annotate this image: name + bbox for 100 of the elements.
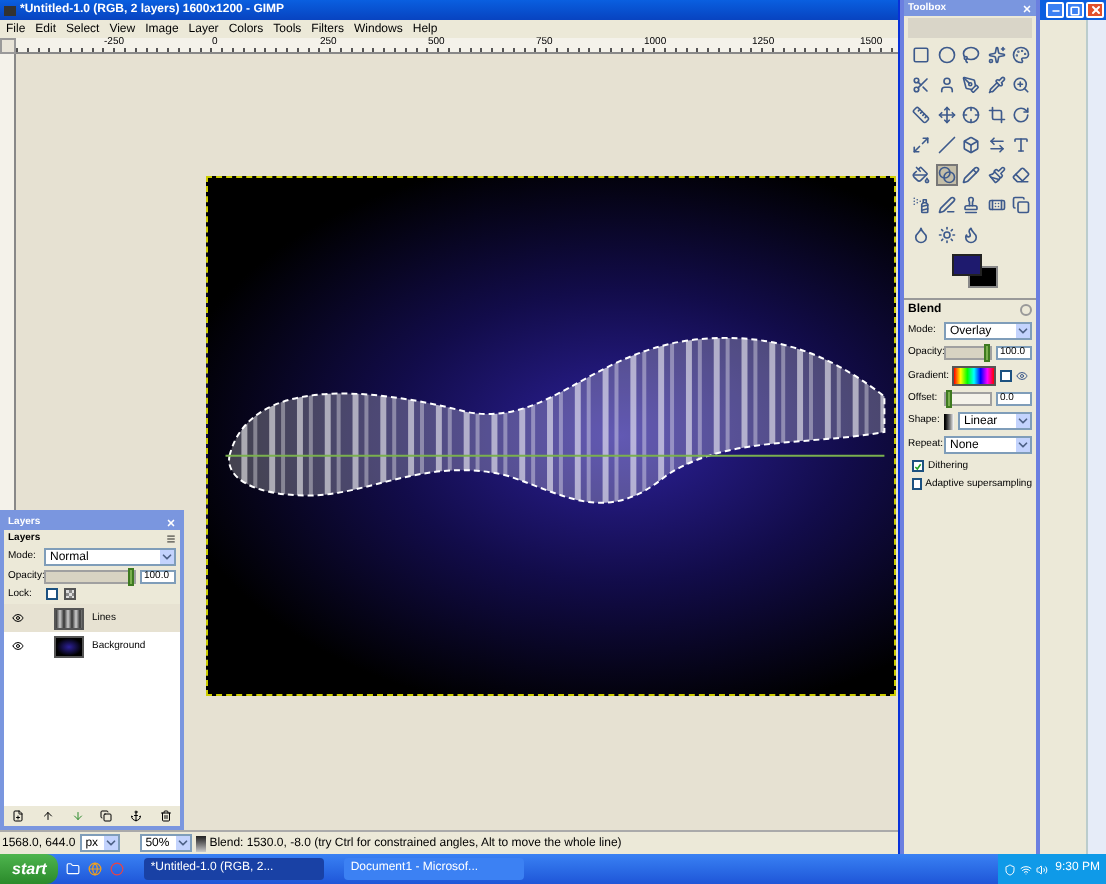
opacity-slider[interactable]: [944, 346, 992, 360]
scissors-icon: [912, 76, 930, 94]
tool-button[interactable]: [935, 44, 958, 66]
checkbox[interactable]: [912, 460, 924, 472]
scrollbar[interactable]: [1086, 20, 1106, 854]
anchor-icon[interactable]: [129, 810, 142, 822]
tool-button[interactable]: [935, 74, 958, 96]
eye-icon[interactable]: [12, 612, 24, 624]
layer-thumbnail: [54, 607, 84, 629]
slider-thumb[interactable]: [128, 568, 134, 586]
tool-button[interactable]: [935, 134, 958, 156]
person-icon: [937, 76, 956, 94]
tool-button[interactable]: [985, 194, 1008, 216]
move-icon: [937, 106, 956, 124]
maximize-button[interactable]: [1066, 2, 1084, 18]
dropdown-arrow-icon: [1016, 438, 1030, 452]
tool-button[interactable]: [960, 194, 983, 216]
close-icon: [1089, 4, 1101, 16]
tool-button[interactable]: [985, 74, 1008, 96]
close-icon[interactable]: [1022, 3, 1032, 13]
paint-bucket-icon: [912, 166, 930, 184]
wilber-banner: [908, 18, 1032, 38]
zoom-icon: [1012, 76, 1031, 94]
palette-icon: [1012, 46, 1031, 64]
globe-icon[interactable]: [88, 862, 103, 876]
crop-icon: [987, 106, 1006, 124]
tool-button[interactable]: [1010, 164, 1033, 186]
text-icon: [1012, 136, 1031, 154]
eraser-icon: [1012, 166, 1031, 184]
tool-button[interactable]: [935, 224, 958, 246]
close-button[interactable]: [1086, 2, 1104, 18]
color-swatches[interactable]: [952, 254, 1000, 290]
minimize-button[interactable]: [1046, 2, 1064, 18]
tool-button[interactable]: [960, 74, 983, 96]
network-icon[interactable]: [1019, 863, 1032, 875]
reverse-checkbox[interactable]: [1000, 370, 1012, 382]
dropdown-arrow-icon: [103, 836, 118, 850]
tool-button[interactable]: [1010, 104, 1033, 126]
tool-button[interactable]: [935, 104, 958, 126]
volume-icon[interactable]: [1035, 863, 1048, 875]
lasso-icon: [962, 46, 981, 64]
pencil-icon: [962, 166, 981, 184]
tool-button[interactable]: [1010, 134, 1033, 156]
pipette-icon: [987, 76, 1006, 94]
circle-icon: [937, 46, 956, 64]
tool-button[interactable]: [1010, 194, 1033, 216]
duplicate-icon[interactable]: [100, 810, 113, 822]
dropdown-arrow-icon: [1016, 414, 1030, 428]
tool-button[interactable]: [960, 224, 983, 246]
tool-button[interactable]: [910, 164, 932, 186]
lock-pixels-toggle[interactable]: [46, 588, 58, 600]
tool-button[interactable]: [985, 134, 1008, 156]
tool-button[interactable]: [985, 164, 1008, 186]
trash-icon[interactable]: [159, 810, 172, 822]
ruler-icon: [912, 106, 930, 124]
tool-button[interactable]: [910, 74, 932, 96]
slider-thumb[interactable]: [984, 344, 990, 362]
sparkles-icon: [987, 46, 1006, 64]
menu-icon[interactable]: [166, 534, 176, 544]
tool-button[interactable]: [910, 134, 932, 156]
pen-tool-icon: [962, 76, 981, 94]
offset-slider[interactable]: [944, 392, 992, 406]
pen-icon: [937, 196, 956, 214]
tool-button[interactable]: [985, 104, 1008, 126]
tool-button[interactable]: [910, 224, 932, 246]
minimize-icon: [1049, 6, 1061, 16]
tool-button[interactable]: [935, 194, 958, 216]
droplet-icon: [912, 226, 930, 244]
tool-button[interactable]: [985, 44, 1008, 66]
app-icon: [4, 5, 16, 15]
lock-alpha-toggle[interactable]: [64, 588, 76, 600]
folder-icon[interactable]: [66, 862, 81, 876]
square-icon: [912, 46, 930, 64]
flip-icon: [987, 136, 1006, 154]
tool-button[interactable]: [960, 134, 983, 156]
tool-button[interactable]: [910, 44, 932, 66]
slider-thumb[interactable]: [946, 390, 952, 408]
opacity-slider[interactable]: [44, 570, 136, 584]
maximize-icon: [1070, 5, 1080, 15]
tool-button[interactable]: [960, 164, 983, 186]
flame-icon: [962, 226, 981, 244]
tool-button[interactable]: [1010, 74, 1033, 96]
new-layer-icon[interactable]: [12, 810, 25, 822]
scale-icon: [912, 136, 930, 154]
stamp-icon: [962, 196, 981, 214]
rotate-icon: [1012, 106, 1031, 124]
dropdown-arrow-icon: [1016, 324, 1030, 338]
checkbox[interactable]: [912, 478, 922, 490]
gradient-preview[interactable]: [952, 366, 996, 386]
cube-icon: [962, 136, 981, 154]
eye-icon[interactable]: [12, 640, 24, 652]
tool-button[interactable]: [910, 104, 932, 126]
dropdown-arrow-icon: [160, 550, 174, 564]
tool-button[interactable]: [960, 104, 983, 126]
tool-button[interactable]: [1010, 44, 1033, 66]
arrow-up-icon[interactable]: [41, 810, 54, 822]
close-icon[interactable]: [166, 517, 176, 527]
slash-icon: [937, 136, 956, 154]
crosshair-icon: [962, 106, 981, 124]
tool-button[interactable]: [960, 44, 983, 66]
